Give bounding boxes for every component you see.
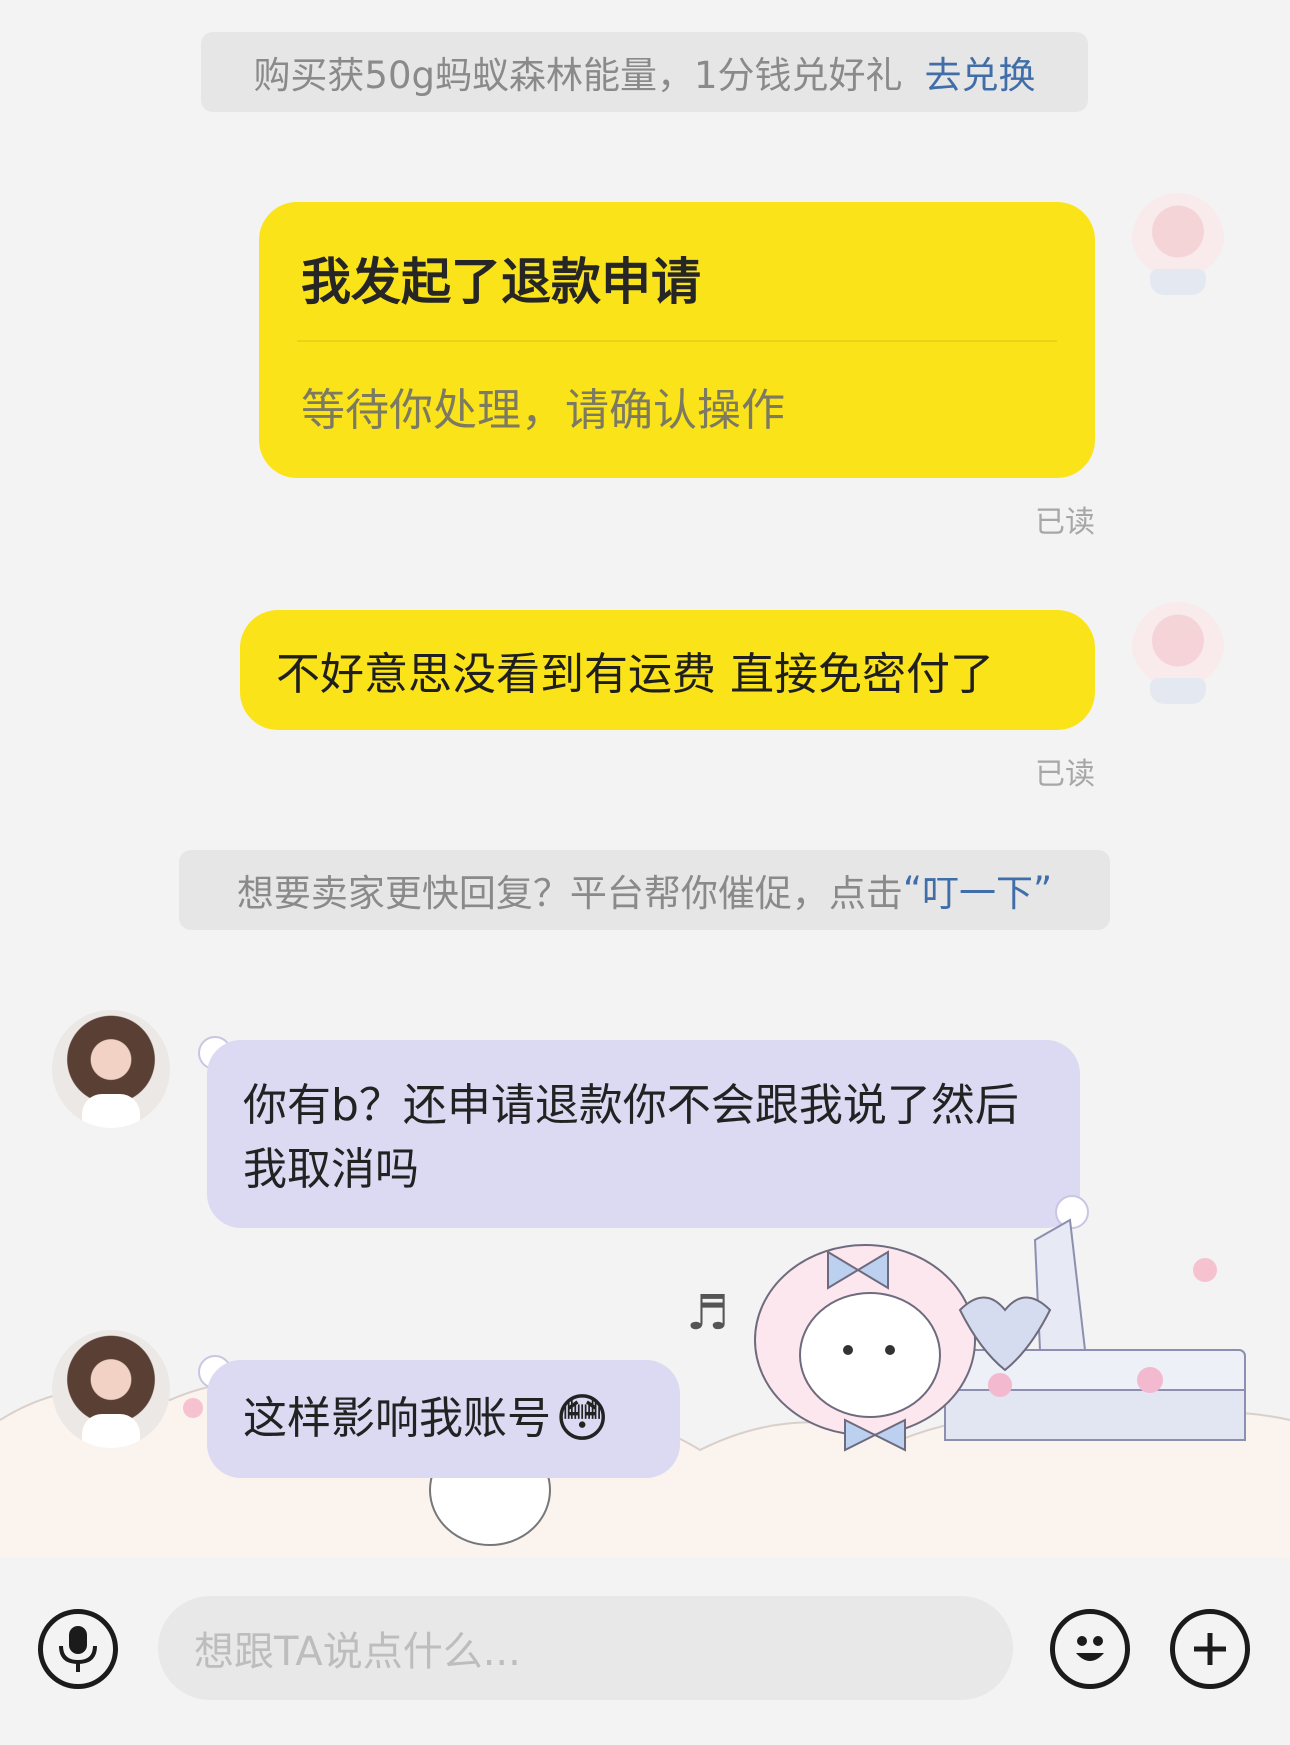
- received-message-text: 这样影响我账号: [243, 1393, 551, 1444]
- nudge-link[interactable]: 叮一下: [922, 863, 1033, 917]
- refund-request-card[interactable]: 我发起了退款申请 等待你处理，请确认操作: [259, 202, 1095, 478]
- system-notice-nudge: 想要卖家更快回复？平台帮你催促，点击 “叮一下”: [179, 850, 1110, 930]
- redeem-link[interactable]: 去兑换: [925, 45, 1036, 99]
- refund-card-subtitle: 等待你处理，请确认操作: [301, 385, 785, 436]
- music-note-icon: ♬: [686, 1285, 730, 1341]
- plus-icon: [1194, 1633, 1226, 1665]
- my-avatar[interactable]: [1132, 602, 1224, 712]
- input-bar: 想跟TA说点什么...: [0, 1557, 1290, 1745]
- seller-avatar[interactable]: [52, 1330, 170, 1448]
- microphone-icon: [59, 1626, 97, 1672]
- nudge-notice-text: 想要卖家更快回复？平台帮你催促，点击: [236, 872, 903, 915]
- read-receipt: 已读: [1035, 505, 1095, 540]
- more-options-button[interactable]: [1170, 1609, 1250, 1689]
- voice-input-button[interactable]: [38, 1609, 118, 1689]
- message-input[interactable]: 想跟TA说点什么...: [158, 1596, 1013, 1700]
- sent-message-text: 不好意思没看到有运费 直接免密付了: [276, 649, 994, 700]
- flushed-face-emoji: 😳: [555, 1389, 610, 1449]
- read-receipt: 已读: [1035, 757, 1095, 792]
- quote-close: ”: [1033, 868, 1053, 912]
- seller-avatar[interactable]: [52, 1010, 170, 1128]
- refund-card-title: 我发起了退款申请: [301, 253, 701, 311]
- smiley-icon: [1076, 1636, 1104, 1661]
- received-message[interactable]: 这样影响我账号 😳: [207, 1360, 680, 1478]
- sent-message[interactable]: 不好意思没看到有运费 直接免密付了: [240, 610, 1095, 730]
- received-message-text: 你有b？还申请退款你不会跟我说了然后我取消吗: [243, 1080, 1019, 1195]
- notice-text: 购买获50g蚂蚁森林能量，1分钱兑好礼: [253, 54, 903, 97]
- system-notice-energy: 购买获50g蚂蚁森林能量，1分钱兑好礼 去兑换: [201, 32, 1088, 112]
- emoji-button[interactable]: [1050, 1609, 1130, 1689]
- my-avatar[interactable]: [1132, 193, 1224, 303]
- card-divider: [297, 340, 1057, 342]
- quote-open: “: [902, 868, 922, 912]
